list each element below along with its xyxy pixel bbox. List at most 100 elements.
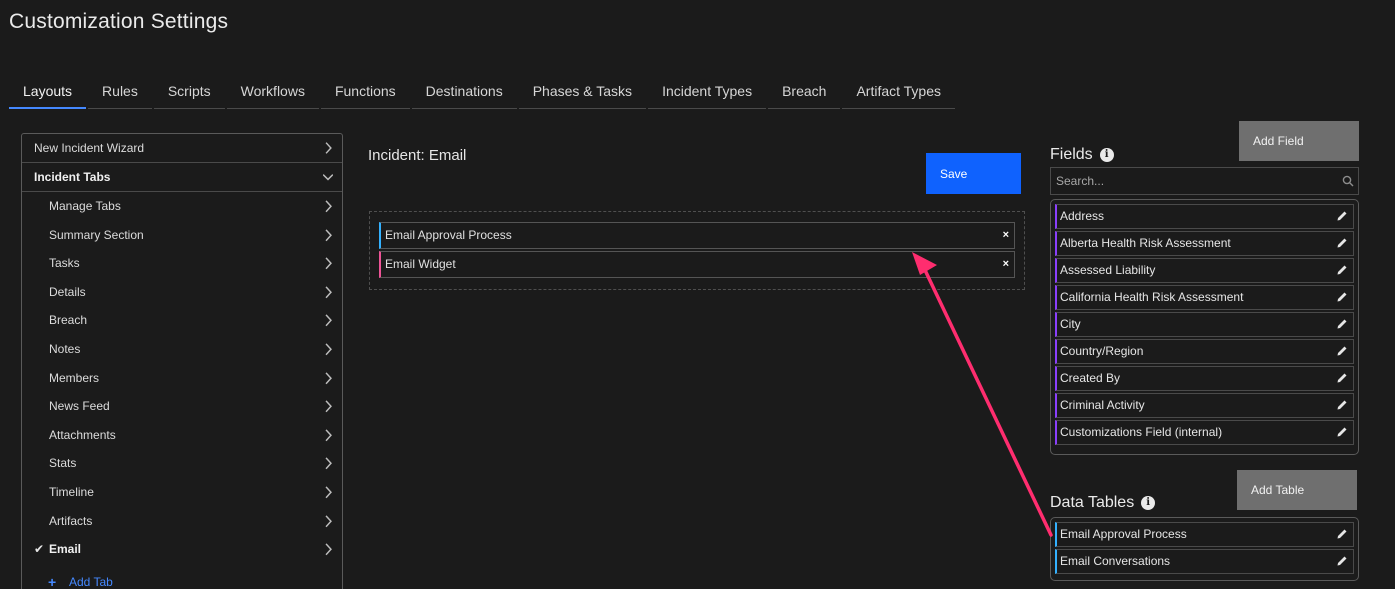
pencil-icon[interactable]	[1336, 372, 1348, 384]
field-label: Customizations Field (internal)	[1060, 425, 1223, 439]
nav-item-attachments[interactable]: Attachments	[22, 421, 342, 450]
search-icon	[1342, 175, 1354, 187]
tab-phases-tasks[interactable]: Phases & Tasks	[518, 80, 647, 109]
pencil-icon[interactable]	[1336, 528, 1348, 540]
field-label: City	[1060, 317, 1081, 331]
field-list-item[interactable]: Customizations Field (internal)	[1055, 420, 1354, 445]
nav-item-members[interactable]: Members	[22, 364, 342, 393]
field-label: Criminal Activity	[1060, 398, 1145, 412]
nav-item-stats[interactable]: Stats	[22, 449, 342, 478]
nav-item-timeline[interactable]: Timeline	[22, 478, 342, 507]
field-list-item[interactable]: Country/Region	[1055, 339, 1354, 364]
data-tables-title: Data Tables	[1050, 494, 1135, 511]
fields-search	[1050, 167, 1359, 195]
field-list-item[interactable]: Criminal Activity	[1055, 393, 1354, 418]
nav-item-manage-tabs[interactable]: Manage Tabs	[22, 192, 342, 221]
chevron-right-icon	[325, 142, 332, 154]
nav-item-email[interactable]: ✔ Email	[22, 535, 342, 564]
chevron-right-icon	[325, 543, 332, 556]
tab-incident-types[interactable]: Incident Types	[648, 80, 767, 109]
nav-label: Tasks	[49, 256, 80, 271]
save-button[interactable]: Save	[926, 153, 1021, 194]
tab-layouts[interactable]: Layouts	[9, 80, 87, 109]
close-icon[interactable]: ×	[1003, 252, 1009, 277]
plus-icon: +	[48, 574, 57, 589]
pencil-icon[interactable]	[1336, 291, 1348, 303]
chevron-right-icon	[325, 200, 332, 213]
field-label: Address	[1060, 209, 1105, 223]
pencil-icon[interactable]	[1336, 555, 1348, 567]
fields-title: Fields	[1050, 146, 1093, 163]
data-tables-heading: Data Tables i	[1050, 494, 1156, 512]
close-icon[interactable]: ×	[1003, 223, 1009, 248]
nav-new-incident-wizard[interactable]: New Incident Wizard	[22, 134, 342, 163]
field-label: Assessed Liability	[1060, 263, 1156, 277]
tab-scripts[interactable]: Scripts	[153, 80, 225, 109]
pencil-icon[interactable]	[1336, 210, 1348, 222]
pencil-icon[interactable]	[1336, 237, 1348, 249]
data-table-list-item[interactable]: Email Approval Process	[1055, 522, 1354, 547]
data-table-list-item[interactable]: Email Conversations	[1055, 549, 1354, 574]
nav-label: Email	[49, 542, 82, 557]
chevron-right-icon	[325, 457, 332, 470]
nav-label: Members	[49, 370, 100, 385]
nav-item-notes[interactable]: Notes	[22, 335, 342, 364]
nav-item-details[interactable]: Details	[22, 278, 342, 307]
add-tab-label: Add Tab	[69, 575, 113, 589]
layout-widget-row[interactable]: Email Widget ×	[379, 251, 1015, 278]
checkmark-icon: ✔	[34, 542, 45, 557]
nav-incident-tabs[interactable]: Incident Tabs	[22, 163, 342, 192]
pencil-icon[interactable]	[1336, 318, 1348, 330]
data-table-label: Email Approval Process	[1060, 527, 1187, 541]
field-list-item[interactable]: Alberta Health Risk Assessment	[1055, 231, 1354, 256]
field-list-item[interactable]: Created By	[1055, 366, 1354, 391]
field-list-item[interactable]: Assessed Liability	[1055, 258, 1354, 283]
page-title: Customization Settings	[9, 10, 229, 33]
fields-heading: Fields i	[1050, 146, 1114, 164]
nav-item-artifacts[interactable]: Artifacts	[22, 507, 342, 536]
nav-label: Breach	[49, 313, 88, 328]
tab-destinations[interactable]: Destinations	[411, 80, 517, 109]
nav-label: Incident Tabs	[34, 170, 111, 184]
add-table-button[interactable]: Add Table	[1237, 470, 1357, 510]
field-label: California Health Risk Assessment	[1060, 290, 1244, 304]
search-input[interactable]	[1051, 168, 1358, 194]
field-list-item[interactable]: California Health Risk Assessment	[1055, 285, 1354, 310]
pencil-icon[interactable]	[1336, 264, 1348, 276]
incident-layout-title: Incident: Email	[368, 147, 467, 164]
chevron-right-icon	[325, 429, 332, 441]
add-field-button[interactable]: Add Field	[1239, 121, 1359, 161]
chevron-right-icon	[325, 286, 332, 298]
layout-widget-row[interactable]: Email Approval Process ×	[379, 222, 1015, 249]
field-list-item[interactable]: City	[1055, 312, 1354, 337]
nav-item-news-feed[interactable]: News Feed	[22, 392, 342, 421]
field-list-item[interactable]: Address	[1055, 204, 1354, 229]
nav-label: Manage Tabs	[49, 199, 121, 213]
chevron-right-icon	[325, 343, 332, 356]
fields-list: Address Alberta Health Risk Assessment Ass…	[1050, 199, 1359, 455]
tab-artifact-types[interactable]: Artifact Types	[842, 80, 956, 109]
info-icon[interactable]: i	[1141, 496, 1156, 510]
info-icon[interactable]: i	[1099, 148, 1114, 162]
layout-nav-panel: New Incident Wizard Incident Tabs Manage…	[21, 133, 343, 589]
pencil-icon[interactable]	[1336, 426, 1348, 438]
nav-label: Details	[49, 284, 86, 299]
nav-label: Timeline	[49, 484, 94, 499]
layout-drop-zone[interactable]: Email Approval Process × Email Widget ×	[369, 211, 1025, 290]
pencil-icon[interactable]	[1336, 399, 1348, 411]
chevron-down-icon	[323, 174, 333, 181]
field-label: Country/Region	[1060, 344, 1144, 358]
chevron-right-icon	[325, 257, 332, 270]
chevron-right-icon	[325, 514, 332, 527]
tab-rules[interactable]: Rules	[88, 80, 152, 109]
pencil-icon[interactable]	[1336, 345, 1348, 357]
nav-item-tasks[interactable]: Tasks	[22, 249, 342, 278]
chevron-right-icon	[325, 228, 332, 241]
add-tab-link[interactable]: + Add Tab	[22, 572, 113, 589]
tab-workflows[interactable]: Workflows	[226, 80, 319, 109]
nav-item-breach[interactable]: Breach	[22, 306, 342, 335]
tab-breach[interactable]: Breach	[768, 80, 841, 109]
tab-functions[interactable]: Functions	[320, 80, 410, 109]
nav-label: New Incident Wizard	[34, 141, 145, 155]
nav-item-summary-section[interactable]: Summary Section	[22, 221, 342, 250]
